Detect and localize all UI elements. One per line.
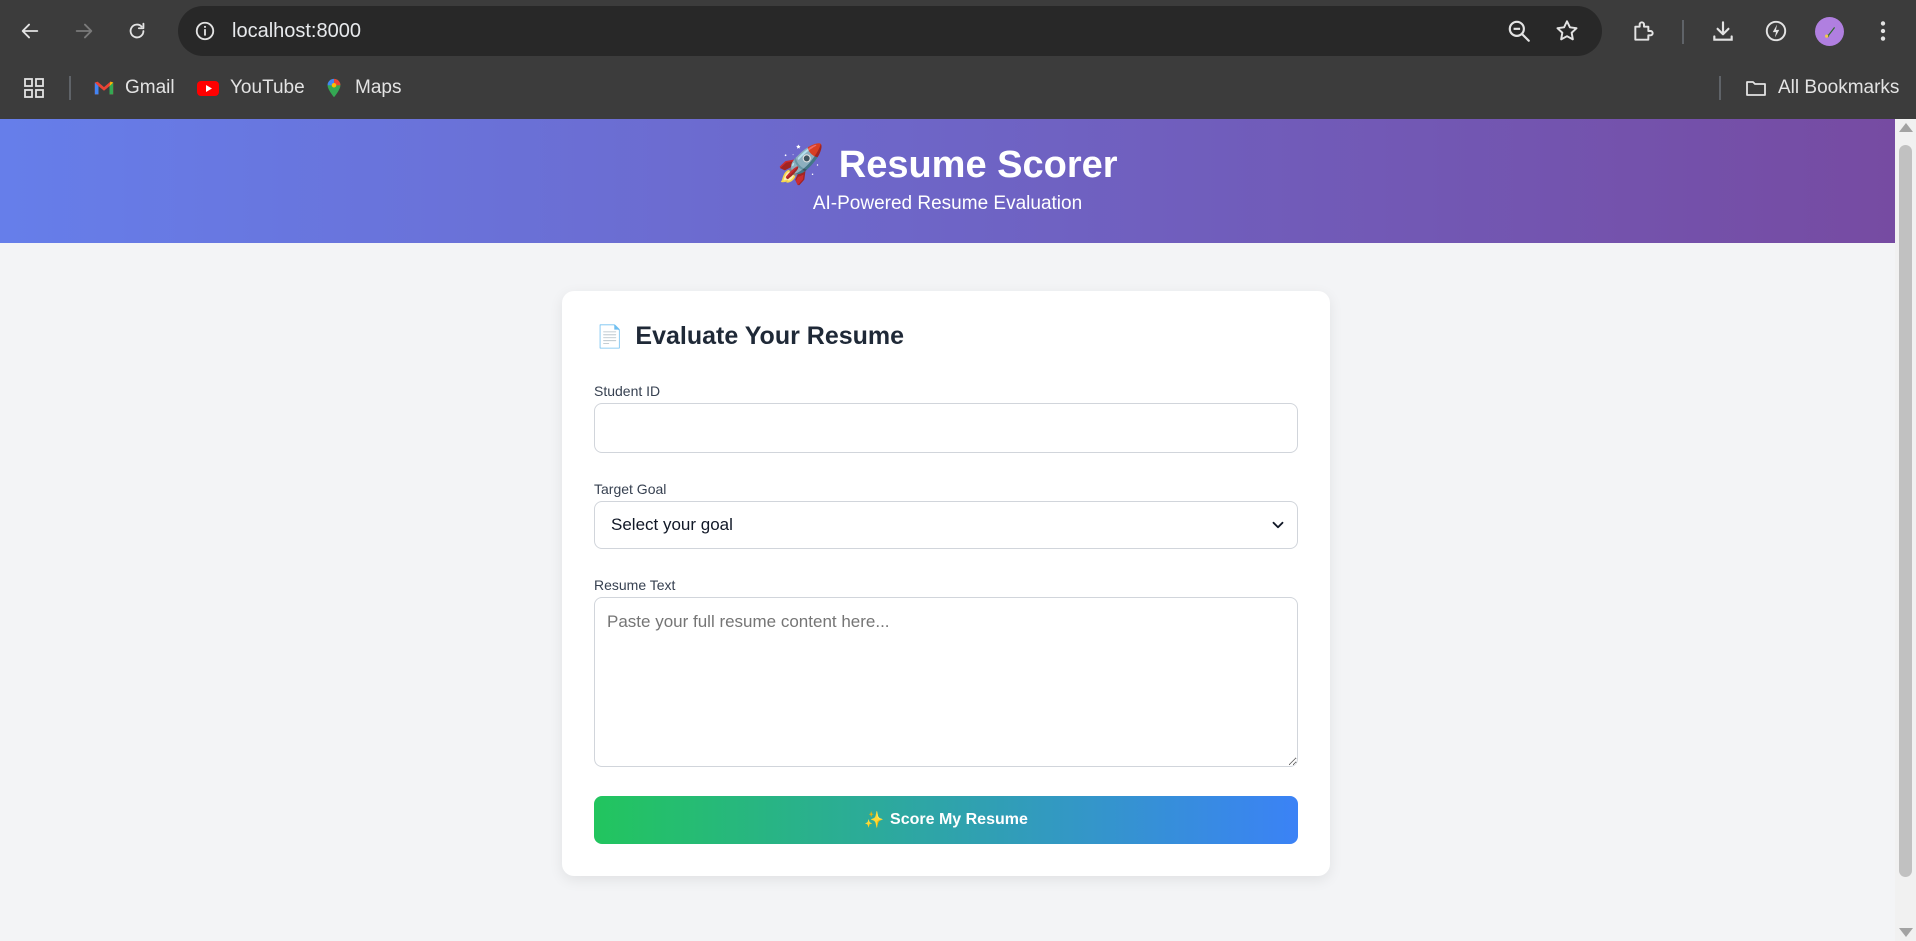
score-resume-button[interactable]: ✨ Score My Resume: [594, 796, 1298, 844]
bookmark-star-icon[interactable]: [1554, 18, 1580, 44]
target-goal-label: Target Goal: [594, 481, 667, 497]
app-header: 🚀 Resume Scorer AI-Powered Resume Evalua…: [0, 119, 1895, 243]
app-title: 🚀 Resume Scorer: [0, 143, 1895, 187]
scroll-down-arrow-icon[interactable]: [1899, 928, 1913, 937]
target-goal-select[interactable]: Select your goal: [594, 501, 1298, 549]
bookmarks-divider: [69, 76, 71, 100]
resume-text-label: Resume Text: [594, 577, 676, 593]
zoom-icon[interactable]: [1506, 18, 1532, 44]
extensions-icon[interactable]: [1629, 16, 1659, 46]
profile-avatar[interactable]: [1815, 17, 1844, 46]
performance-icon[interactable]: [1761, 16, 1791, 46]
bookmark-label: Gmail: [125, 77, 175, 98]
bookmarks-divider: [1719, 76, 1721, 100]
all-bookmarks-button[interactable]: All Bookmarks: [1744, 72, 1899, 104]
profile-brush-icon: [1824, 26, 1835, 38]
form-title-text: Evaluate Your Resume: [635, 322, 905, 350]
scroll-up-arrow-icon[interactable]: [1899, 123, 1913, 132]
bookmarks-bar: Gmail YouTube Maps All Bookmarks: [0, 62, 1916, 119]
evaluate-form-card: 📄 Evaluate Your Resume Student ID Target…: [562, 291, 1330, 876]
folder-icon: [1746, 81, 1766, 96]
document-icon: 📄: [596, 323, 624, 349]
download-icon[interactable]: [1708, 16, 1738, 46]
gmail-icon: [94, 81, 114, 95]
forward-button[interactable]: [66, 13, 102, 49]
reload-icon: [129, 22, 145, 39]
arrow-left-icon: [21, 23, 39, 39]
page-scrollbar[interactable]: [1895, 119, 1916, 941]
back-button[interactable]: [12, 13, 48, 49]
sparkles-icon: ✨: [864, 812, 885, 829]
scrollbar-thumb[interactable]: [1899, 145, 1912, 877]
chevron-down-icon: [1272, 521, 1284, 529]
address-bar[interactable]: localhost:8000: [178, 6, 1602, 56]
bookmark-youtube[interactable]: YouTube: [196, 72, 305, 104]
target-goal-value: Select your goal: [611, 515, 733, 534]
menu-kebab-icon[interactable]: [1868, 16, 1898, 46]
bookmark-gmail[interactable]: Gmail: [93, 72, 175, 104]
page-viewport: 🚀 Resume Scorer AI-Powered Resume Evalua…: [0, 119, 1895, 941]
student-id-label: Student ID: [594, 383, 661, 399]
toolbar-divider: [1682, 20, 1684, 44]
bookmark-label: Maps: [355, 77, 402, 98]
reload-button[interactable]: [119, 13, 155, 49]
apps-grid-icon[interactable]: [22, 72, 46, 104]
youtube-icon: [197, 81, 219, 96]
form-title: 📄 Evaluate Your Resume: [596, 322, 904, 351]
student-id-input[interactable]: [594, 403, 1298, 453]
maps-icon: [327, 78, 341, 98]
url-text[interactable]: localhost:8000: [232, 20, 361, 42]
app-subtitle: AI-Powered Resume Evaluation: [812, 193, 1083, 214]
bookmark-maps[interactable]: Maps: [323, 72, 401, 104]
arrow-right-icon: [75, 23, 93, 39]
site-info-icon[interactable]: [192, 18, 218, 44]
bookmark-label: YouTube: [230, 77, 305, 98]
resume-text-input[interactable]: [594, 597, 1298, 767]
score-resume-label: Score My Resume: [890, 811, 1028, 828]
app-title-text: Resume Scorer: [838, 144, 1118, 186]
all-bookmarks-label: All Bookmarks: [1778, 77, 1900, 98]
browser-toolbar: localhost:8000: [0, 0, 1916, 62]
rocket-icon: 🚀: [777, 144, 825, 186]
browser-chrome: localhost:8000 Gmail YouTube Maps All Bo…: [0, 0, 1916, 119]
